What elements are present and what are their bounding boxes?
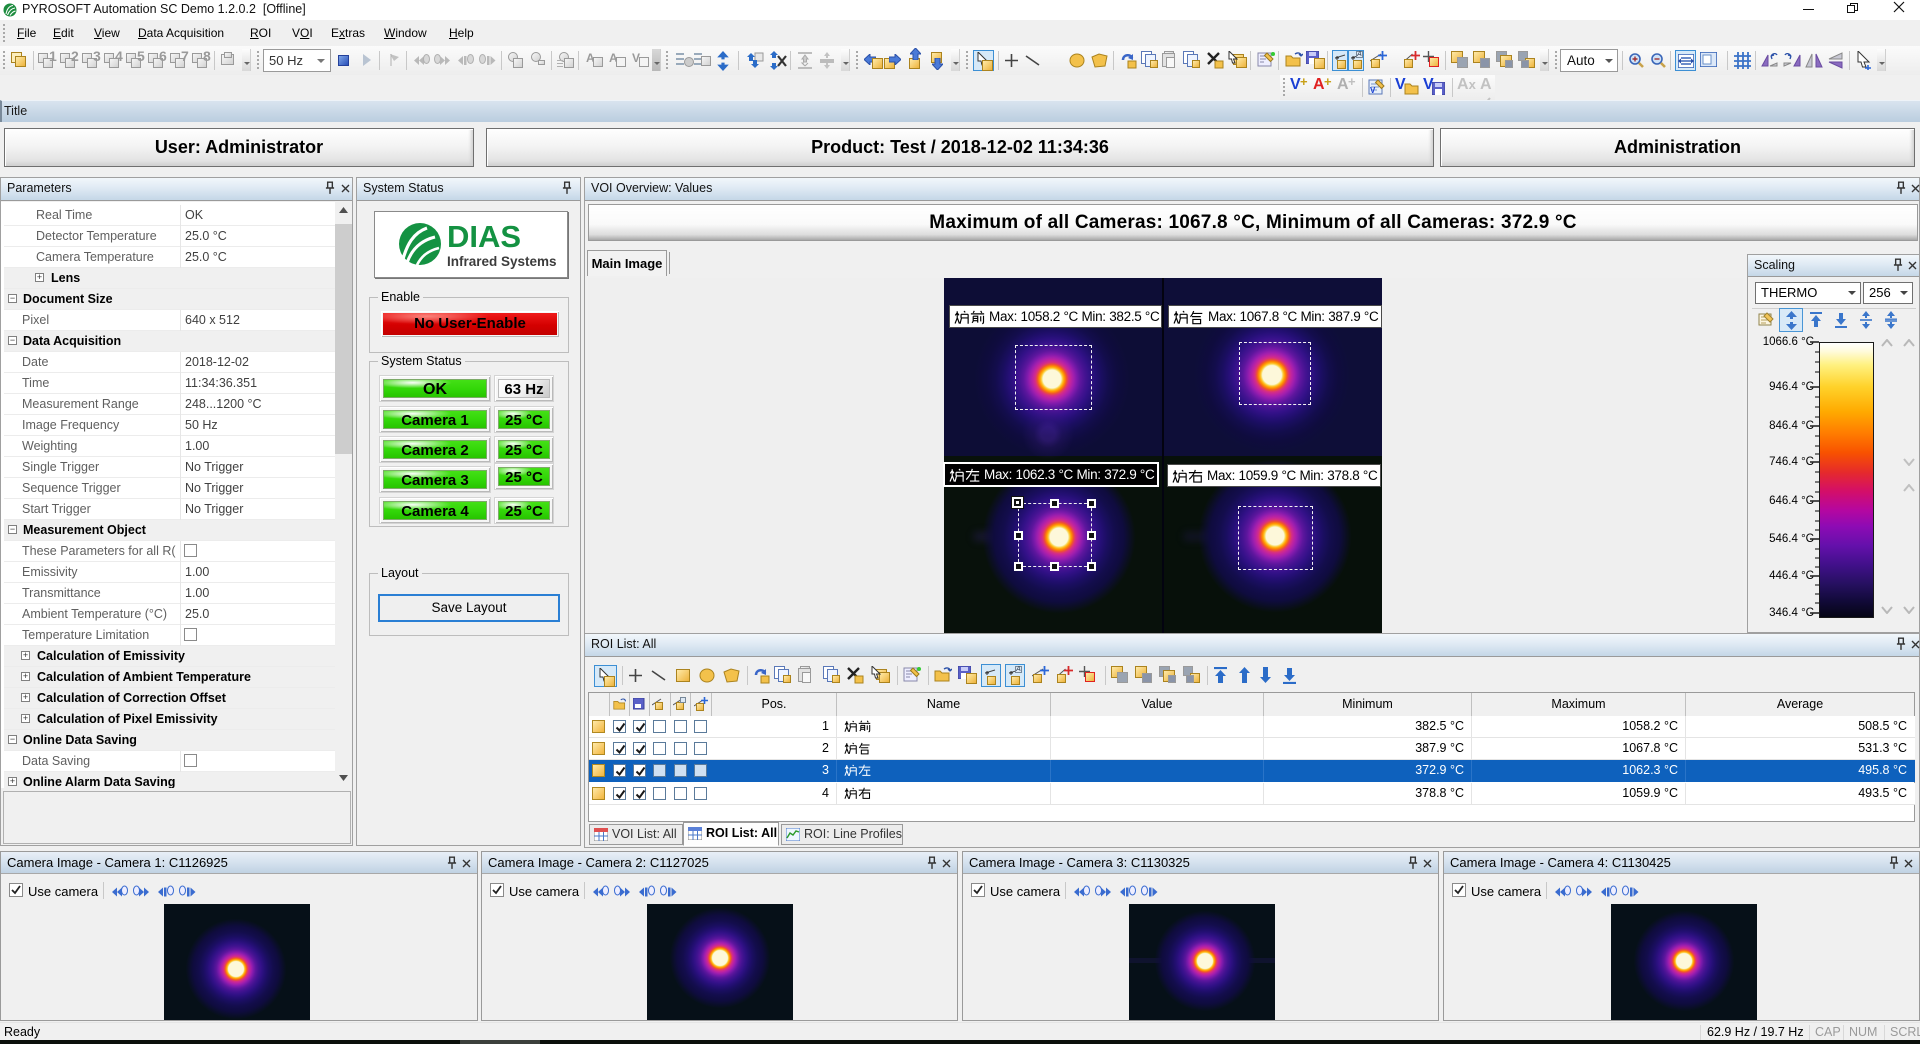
svg-text:V: V bbox=[1370, 86, 1376, 95]
